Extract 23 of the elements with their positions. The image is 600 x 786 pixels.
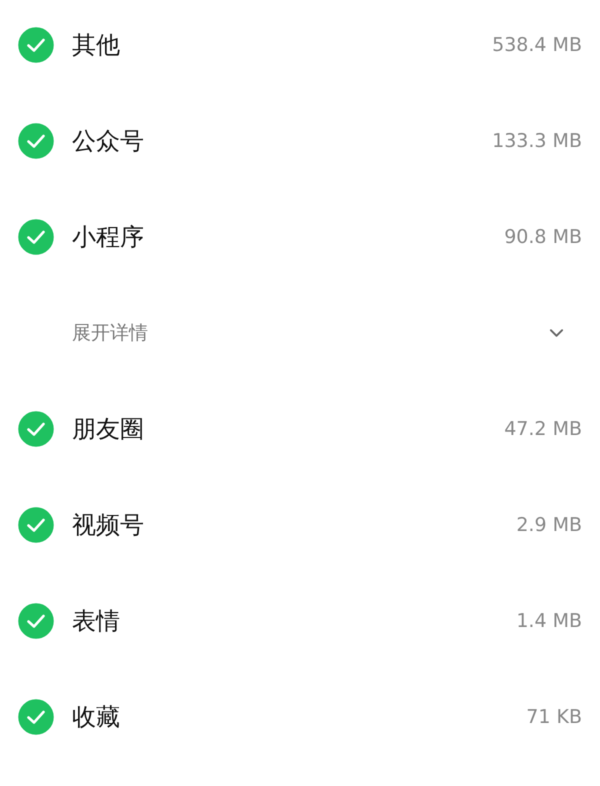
checkbox[interactable] (18, 411, 54, 447)
category-label: 朋友圈 (72, 414, 144, 445)
size-value: 538.4 MB (492, 34, 582, 56)
category-label: 视频号 (72, 510, 144, 541)
checkbox[interactable] (18, 507, 54, 543)
size-value: 2.9 MB (516, 514, 582, 536)
checkbox[interactable] (18, 219, 54, 255)
checkbox[interactable] (18, 603, 54, 639)
checkbox[interactable] (18, 123, 54, 159)
checkbox[interactable] (18, 699, 54, 735)
size-value: 133.3 MB (492, 130, 582, 152)
size-value: 1.4 MB (516, 610, 582, 632)
category-label: 其他 (72, 30, 120, 61)
category-label: 小程序 (72, 222, 144, 253)
size-value: 47.2 MB (504, 418, 582, 440)
size-value: 71 KB (526, 706, 582, 728)
checkbox[interactable] (18, 27, 54, 63)
category-label: 收藏 (72, 702, 120, 733)
chevron-icon[interactable] (549, 328, 564, 338)
category-label: 表情 (72, 606, 120, 637)
category-label: 公众号 (72, 126, 144, 157)
size-value: 90.8 MB (504, 226, 582, 248)
expand-details-link[interactable]: 展开详情 (72, 320, 148, 346)
